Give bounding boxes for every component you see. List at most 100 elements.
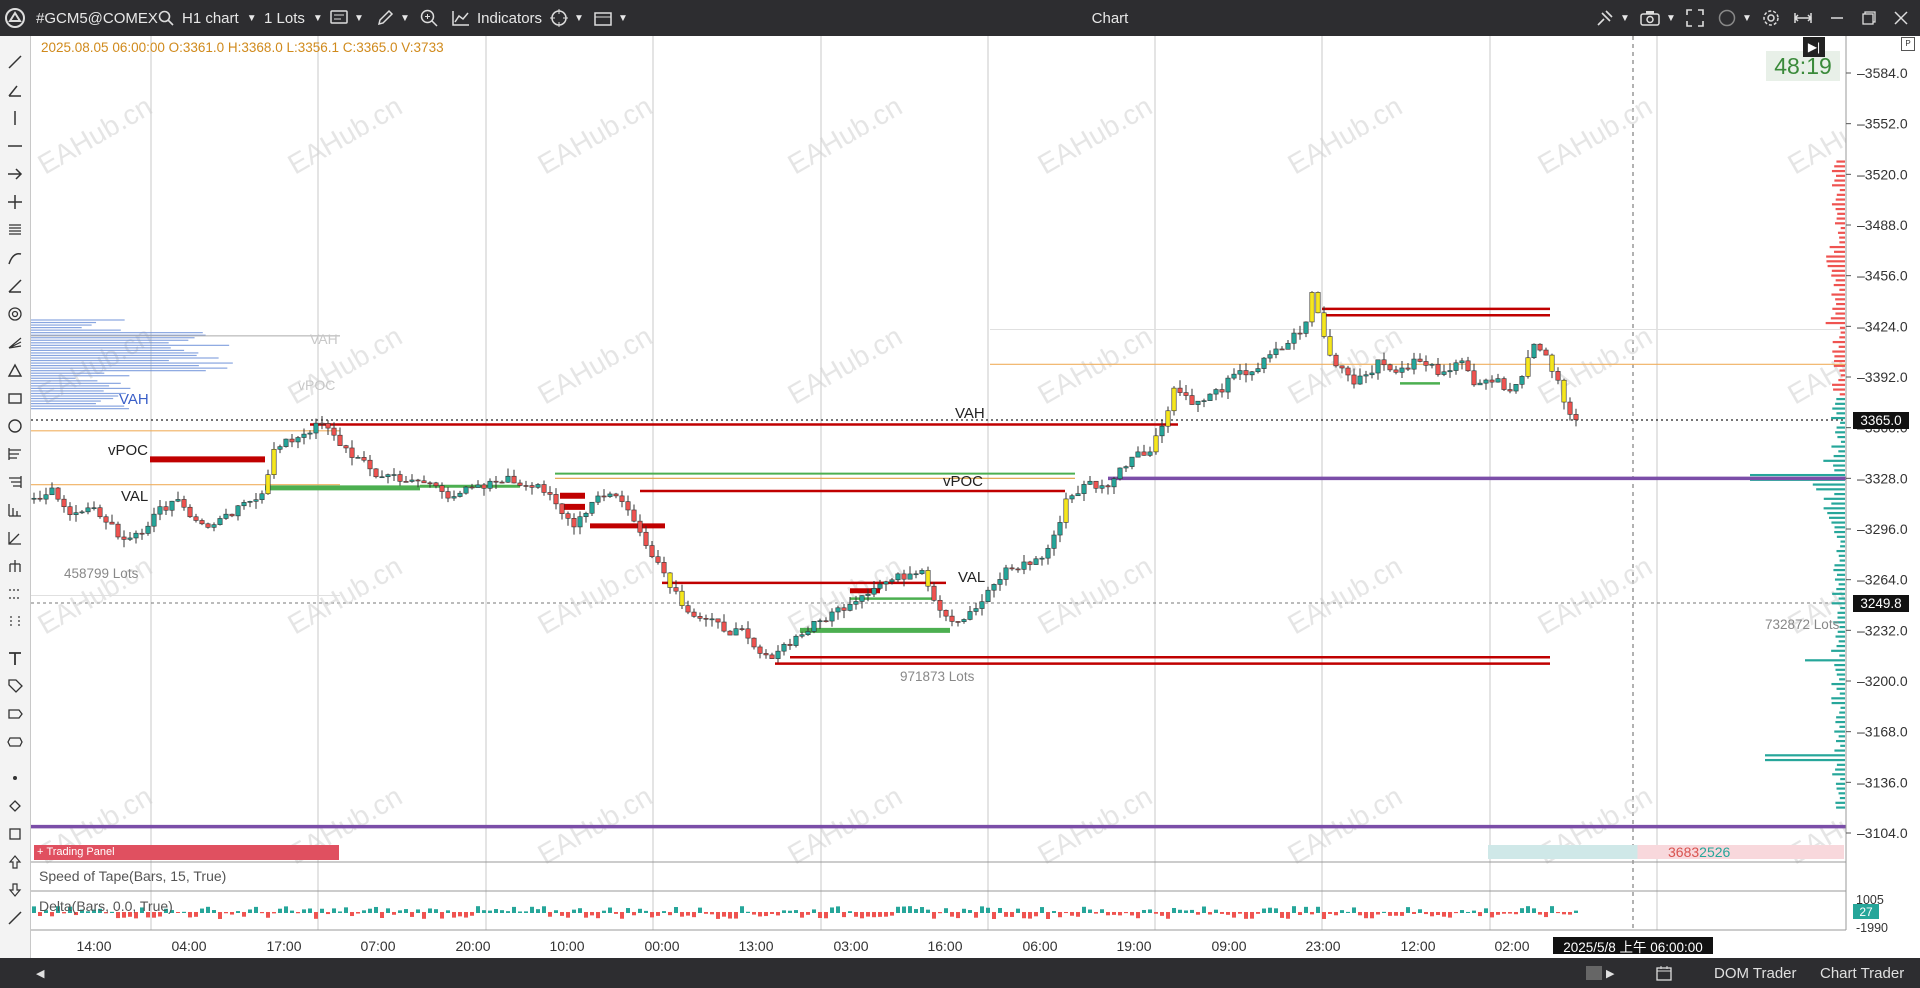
price-tick-label: –3488.0 — [1857, 217, 1908, 233]
vpoc-label-mid: vPOC — [943, 473, 984, 490]
delta-bar — [368, 908, 372, 913]
delta-bar — [1250, 912, 1254, 919]
candle-body — [745, 628, 751, 639]
candle-body — [1003, 567, 1009, 580]
profile-bar — [1835, 768, 1845, 771]
delta-bar — [1172, 907, 1176, 913]
candle-body — [1237, 370, 1243, 375]
scroll-left-icon[interactable]: ◀ — [36, 958, 44, 988]
candle-body — [961, 619, 967, 622]
scroll-end-icon[interactable]: ▶| — [1803, 37, 1825, 57]
candle-body — [997, 579, 1003, 585]
candle-body — [607, 493, 613, 497]
candle-body — [73, 512, 79, 515]
candle-body — [1261, 357, 1267, 369]
candle-body — [193, 516, 199, 521]
delta-bar — [674, 907, 678, 913]
candle-body — [97, 507, 103, 518]
profile-bar — [1836, 549, 1845, 553]
delta-bar — [944, 908, 948, 913]
candle-body — [1549, 354, 1555, 372]
candle-body — [1021, 561, 1027, 570]
candle-body — [1501, 378, 1507, 390]
candle-body — [655, 556, 661, 563]
price-tick-label: –3104.0 — [1857, 825, 1908, 841]
profile-bar — [1831, 682, 1845, 686]
delta-bar — [926, 909, 930, 913]
lots-label-right: 732872 Lots — [1765, 617, 1840, 632]
calendar-icon[interactable] — [1656, 958, 1672, 988]
profile-bar — [1836, 687, 1845, 690]
candle-body — [829, 611, 835, 622]
candle-body — [1255, 368, 1261, 373]
profile-bar — [1836, 806, 1845, 809]
candle-body — [1057, 522, 1063, 536]
candle-body — [535, 484, 541, 488]
candle-body — [715, 618, 721, 623]
scrollbar-thumb[interactable] — [1586, 958, 1602, 988]
candle-body — [55, 487, 61, 500]
delta-bar — [650, 912, 654, 918]
scroll-right-icon[interactable]: ▶ — [1606, 958, 1614, 988]
candle-body — [1465, 360, 1471, 372]
delta-bar — [1262, 908, 1266, 913]
candle-body — [253, 499, 259, 502]
delta-bar — [1562, 912, 1566, 915]
profile-strip-right — [1488, 845, 1844, 859]
left-profile-bar — [31, 375, 130, 377]
delta-bar — [644, 910, 648, 913]
time-tick-label: 02:00 — [1494, 938, 1529, 954]
delta-bar — [866, 912, 870, 917]
profile-bar — [1839, 654, 1845, 657]
delta-bar — [950, 912, 954, 917]
delta-bar — [1460, 910, 1464, 913]
trading-panel-strip[interactable]: + Trading Panel — [34, 845, 339, 860]
profile-bar — [1835, 431, 1845, 434]
price-tick-label: –3232.0 — [1857, 622, 1908, 638]
delta-bar — [620, 912, 624, 919]
profile-bar — [1812, 483, 1845, 486]
price-tick-label: –3168.0 — [1857, 724, 1908, 740]
profile-bar — [1836, 644, 1845, 648]
candle-body — [1249, 371, 1255, 376]
left-profile-bar — [31, 327, 82, 329]
profile-bar — [1840, 421, 1845, 424]
candle-body — [625, 501, 631, 511]
delta-bar — [518, 911, 522, 913]
time-tick-label: 20:00 — [455, 938, 490, 954]
delta-bar — [1052, 911, 1056, 913]
dom-trader-button[interactable]: DOM Trader — [1714, 958, 1797, 988]
candle-body — [1507, 389, 1513, 392]
candle-body — [103, 516, 109, 523]
profile-bar — [1839, 336, 1845, 339]
delta-bar — [188, 912, 192, 918]
candle-body — [991, 584, 997, 591]
vpoc-label-left: vPOC — [108, 442, 149, 459]
left-profile-bar — [31, 329, 121, 331]
candle-body — [91, 507, 97, 510]
delta-bar — [806, 912, 810, 915]
profile-bar — [1834, 663, 1845, 667]
candle-body — [1537, 343, 1543, 351]
left-profile-bar — [31, 354, 197, 357]
delta-bar — [908, 906, 912, 913]
profile-bar — [1832, 307, 1845, 310]
time-tick-label: 13:00 — [738, 938, 773, 954]
delta-bar — [1136, 912, 1140, 919]
delta-bar — [422, 912, 426, 919]
candle-body — [1321, 312, 1327, 337]
profile-bar — [1837, 611, 1845, 614]
delta-bar — [1448, 912, 1452, 918]
candle-body — [985, 589, 991, 602]
profile-bar — [1840, 331, 1845, 334]
candle-body — [373, 468, 379, 478]
chart-trader-button[interactable]: Chart Trader — [1820, 958, 1904, 988]
delta-bar — [572, 909, 576, 913]
delta-bar — [284, 906, 288, 913]
candle-body — [517, 482, 523, 486]
price-chart[interactable]: EAHub.cn EAHub.cn EAHub.cn EAHub.cn EAHub.cn… — [0, 0, 1920, 988]
profile-bar — [1835, 279, 1845, 282]
candle-body — [1087, 480, 1093, 485]
candle-body — [487, 480, 493, 489]
panel-options-icon[interactable]: P — [1901, 37, 1915, 51]
